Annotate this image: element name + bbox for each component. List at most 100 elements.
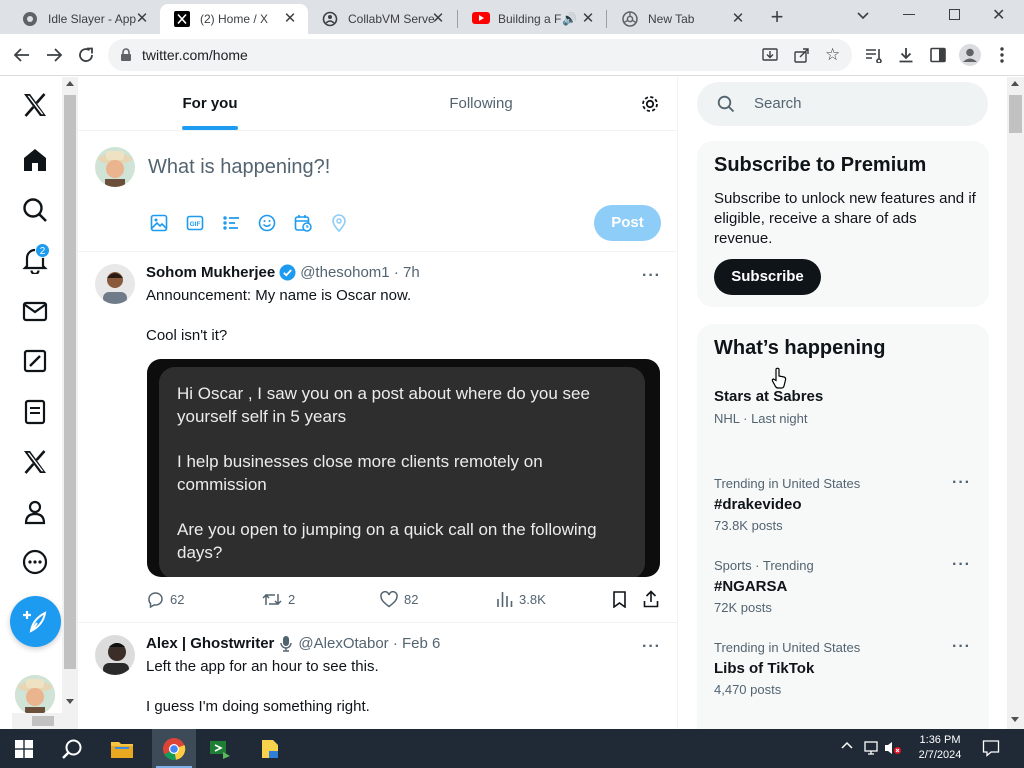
close-tab-icon[interactable]: ✕ — [580, 11, 596, 27]
share-upload-icon[interactable] — [643, 590, 659, 608]
close-tab-icon[interactable]: ✕ — [730, 11, 746, 27]
views-button[interactable]: 3.8K — [496, 591, 546, 608]
taskbar-search-icon[interactable] — [56, 733, 88, 765]
messages-envelope-icon[interactable] — [21, 297, 49, 325]
trend-item[interactable]: Stars at Sabres NHL · Last night — [697, 378, 989, 438]
lock-icon[interactable] — [120, 48, 132, 62]
page-scrollbar[interactable] — [1007, 77, 1024, 729]
explore-search-icon[interactable] — [21, 196, 49, 224]
tab-search-chevron-icon[interactable] — [856, 8, 872, 24]
tab-x-home[interactable]: (2) Home / X ✕ — [160, 4, 308, 34]
author-handle[interactable]: @AlexOtabor · Feb 6 — [298, 635, 440, 652]
back-arrow-icon[interactable] — [10, 43, 34, 67]
address-bar[interactable]: twitter.com/home ☆ — [108, 39, 852, 71]
game-favicon-icon — [22, 11, 38, 27]
scroll-down-arrow-icon[interactable] — [66, 699, 74, 704]
tray-overflow-chevron-icon[interactable] — [841, 740, 853, 750]
notes-app-icon[interactable] — [254, 733, 286, 765]
side-panel-icon[interactable] — [926, 43, 950, 67]
tab-new-tab[interactable]: New Tab ✕ — [608, 4, 756, 34]
tab-collabvm[interactable]: CollabVM Serve ✕ — [308, 4, 456, 34]
like-button[interactable]: 82 — [380, 591, 418, 608]
grok-icon[interactable] — [21, 347, 49, 375]
reply-button[interactable]: 62 — [147, 591, 184, 608]
tweet-more-icon[interactable]: ··· — [642, 638, 661, 656]
timeline-settings-gear-icon[interactable] — [640, 94, 660, 114]
poll-list-icon[interactable] — [222, 214, 240, 232]
scroll-down-arrow-icon[interactable] — [1011, 717, 1019, 722]
trend-item[interactable]: Sports · Trending #NGARSA 72K posts ··· — [697, 552, 989, 615]
download-icon[interactable] — [894, 43, 918, 67]
scroll-up-arrow-icon[interactable] — [1011, 81, 1019, 86]
gif-icon[interactable]: GIF — [186, 214, 204, 232]
volume-muted-icon[interactable] — [884, 740, 902, 756]
trend-item[interactable]: Trending in United States #drakevideo 73… — [697, 470, 989, 533]
forward-arrow-icon[interactable] — [42, 43, 66, 67]
reading-list-icon[interactable] — [862, 43, 886, 67]
profile-person-icon[interactable] — [21, 498, 49, 526]
action-center-notification-icon[interactable] — [982, 739, 1000, 757]
trend-more-icon[interactable]: ··· — [952, 556, 971, 574]
profile-avatar-icon[interactable] — [958, 43, 982, 67]
compose-input[interactable]: What is happening?! — [148, 156, 330, 179]
trend-more-icon[interactable]: ··· — [952, 638, 971, 656]
new-tab-plus-icon[interactable]: + — [766, 6, 788, 28]
more-options-circle-icon[interactable] — [21, 548, 49, 576]
remote-desktop-icon[interactable] — [204, 733, 236, 765]
reload-icon[interactable] — [74, 43, 98, 67]
lists-icon[interactable] — [21, 398, 49, 426]
repost-button[interactable]: 2 — [262, 591, 295, 608]
left-scrollbar[interactable] — [12, 77, 78, 729]
location-pin-icon[interactable] — [330, 214, 348, 232]
horizontal-scroll-thumb[interactable] — [32, 716, 54, 726]
file-explorer-icon[interactable] — [106, 733, 138, 765]
image-text: days? — [177, 543, 223, 562]
account-avatar[interactable] — [15, 675, 55, 715]
emoji-smile-icon[interactable] — [258, 214, 276, 232]
close-tab-icon[interactable]: ✕ — [282, 11, 298, 27]
install-app-icon[interactable] — [762, 47, 778, 63]
tweet-more-icon[interactable]: ··· — [642, 267, 661, 285]
tweet-image[interactable]: Hi Oscar , I saw you on a post about whe… — [147, 359, 660, 577]
close-window-icon[interactable]: ✕ — [992, 5, 1005, 25]
tweet-author-avatar[interactable] — [95, 264, 135, 304]
clock[interactable]: 1:36 PM 2/7/2024 — [905, 733, 975, 763]
minimize-icon[interactable] — [903, 14, 915, 15]
tab-idle-slayer[interactable]: Idle Slayer - App ✕ — [8, 4, 160, 34]
trend-item[interactable]: Trending in United States Libs of TikTok… — [697, 634, 989, 697]
author-name[interactable]: Sohom Mukherjee — [146, 264, 275, 281]
media-image-icon[interactable] — [150, 214, 168, 232]
network-icon[interactable] — [863, 740, 879, 756]
bookmark-icon[interactable] — [612, 591, 627, 608]
post-button[interactable]: Post — [594, 205, 661, 241]
author-handle[interactable]: @thesohom1 · 7h — [300, 264, 419, 281]
author-name[interactable]: Alex | Ghostwriter — [146, 635, 274, 652]
x-logo-icon[interactable] — [21, 91, 49, 119]
home-icon[interactable] — [21, 146, 49, 174]
composer-avatar[interactable] — [95, 147, 135, 187]
close-tab-icon[interactable]: ✕ — [430, 11, 446, 27]
subscribe-button[interactable]: Subscribe — [714, 259, 821, 295]
horizontal-scrollbar[interactable] — [12, 713, 74, 729]
trend-more-icon[interactable]: ··· — [952, 474, 971, 492]
schedule-calendar-icon[interactable] — [294, 214, 312, 232]
restore-icon[interactable] — [949, 9, 960, 20]
scroll-thumb[interactable] — [64, 95, 76, 669]
premium-x-icon[interactable] — [21, 448, 49, 476]
tab-following[interactable]: Following — [342, 77, 620, 130]
share-icon[interactable] — [794, 47, 810, 63]
tab-youtube[interactable]: Building a F 🔊 ✕ — [458, 4, 606, 34]
browser-menu-icon[interactable] — [990, 43, 1014, 67]
search-field[interactable]: Search — [697, 82, 988, 126]
close-tab-icon[interactable]: ✕ — [134, 11, 150, 27]
windows-start-icon[interactable] — [8, 733, 40, 765]
scroll-up-arrow-icon[interactable] — [66, 81, 74, 86]
tab-for-you[interactable]: For you — [78, 77, 342, 130]
bookmark-star-icon[interactable]: ☆ — [825, 45, 840, 65]
compose-post-button[interactable] — [10, 596, 61, 647]
scroll-thumb[interactable] — [1009, 95, 1022, 133]
speaker-icon[interactable]: 🔊 — [562, 12, 577, 26]
tweet-text: Cool isn't it? — [146, 327, 228, 344]
chrome-taskbar-button[interactable] — [152, 729, 196, 768]
tweet-author-avatar[interactable] — [95, 635, 135, 675]
